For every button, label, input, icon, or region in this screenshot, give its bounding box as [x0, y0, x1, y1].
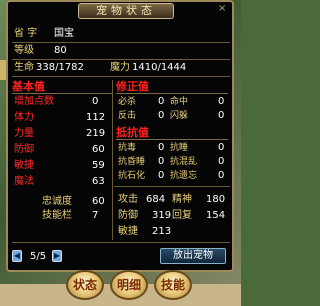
- stat-value: 60: [92, 144, 105, 155]
- stat-label: 敏捷: [14, 160, 34, 171]
- combat-label: 攻击: [118, 194, 138, 205]
- level-value: 80: [54, 45, 67, 56]
- hp-label: 生命: [14, 62, 34, 73]
- modifier-label: 反击: [118, 111, 137, 121]
- resist-value: 0: [158, 142, 165, 153]
- stat-value: 219: [86, 128, 106, 139]
- modifier-value: 0: [218, 110, 225, 121]
- loyalty-value: 60: [92, 196, 105, 207]
- skill-slots-label: 技能栏: [42, 210, 72, 221]
- combat-value: 154: [206, 210, 226, 221]
- stat-value: 59: [92, 160, 105, 171]
- modifier-value: 0: [218, 96, 225, 107]
- resist-value: 0: [218, 156, 225, 167]
- skill-slots-value: 7: [92, 210, 99, 221]
- modifier-header: 修正值: [116, 80, 228, 94]
- resist-value: 0: [218, 142, 225, 153]
- resist-value: 0: [218, 170, 225, 181]
- release-pet-button[interactable]: 放出宠物: [160, 248, 226, 264]
- stat-label: 防御: [14, 144, 34, 155]
- combat-label: 敏捷: [118, 226, 138, 237]
- resist-label: 抗睡: [170, 143, 189, 153]
- pet-name-label: 省 字: [14, 28, 38, 39]
- hp-value: 338/1782: [36, 62, 84, 73]
- pet-status-window: 宠物状态 × 省 字 国宝 等级 80 生命 338/1782 魔力 1410/…: [6, 0, 234, 272]
- resist-label: 抗遗忘: [170, 171, 198, 181]
- combat-value: 180: [206, 194, 226, 205]
- loyalty-label: 忠诚度: [42, 196, 72, 207]
- basic-header: 基本值: [12, 80, 112, 94]
- level-label: 等级: [14, 45, 34, 56]
- combat-label: 精神: [172, 194, 192, 205]
- stat-label: 力量: [14, 128, 34, 139]
- stat-label: 体力: [14, 112, 34, 123]
- resist-label: 抗昏睡: [118, 157, 146, 167]
- stat-label: 魔法: [14, 176, 34, 187]
- window-title: 宠物状态: [78, 3, 174, 19]
- resist-label: 抗混乱: [170, 157, 198, 167]
- modifier-label: 必杀: [118, 97, 137, 107]
- next-pet-icon[interactable]: ▶: [52, 250, 62, 262]
- page-indicator: 5/5: [30, 251, 47, 262]
- tab-skills[interactable]: 技能: [154, 270, 192, 300]
- stat-value: 63: [92, 176, 105, 187]
- resist-value: 0: [158, 170, 165, 181]
- resist-header: 抵抗值: [116, 126, 228, 140]
- close-icon[interactable]: ×: [218, 4, 228, 14]
- resist-label: 抗毒: [118, 143, 137, 153]
- resist-label: 抗石化: [118, 171, 146, 181]
- mp-value: 1410/1444: [132, 62, 187, 73]
- modifier-label: 命中: [170, 97, 189, 107]
- stat-label: 增加点数: [14, 96, 54, 107]
- tab-status[interactable]: 状态: [66, 270, 104, 300]
- combat-label: 防御: [118, 210, 138, 221]
- modifier-value: 0: [158, 110, 165, 121]
- stat-value: 0: [92, 96, 99, 107]
- combat-value: 213: [152, 226, 172, 237]
- resist-value: 0: [158, 156, 165, 167]
- mp-label: 魔力: [110, 62, 130, 73]
- modifier-value: 0: [158, 96, 165, 107]
- stat-value: 112: [86, 112, 106, 123]
- combat-label: 回复: [172, 210, 192, 221]
- modifier-label: 闪躲: [170, 111, 189, 121]
- combat-value: 319: [152, 210, 172, 221]
- tab-details[interactable]: 明细: [110, 270, 148, 300]
- combat-value: 684: [146, 194, 166, 205]
- pet-name: 国宝: [54, 28, 74, 39]
- prev-pet-icon[interactable]: ◀: [12, 250, 22, 262]
